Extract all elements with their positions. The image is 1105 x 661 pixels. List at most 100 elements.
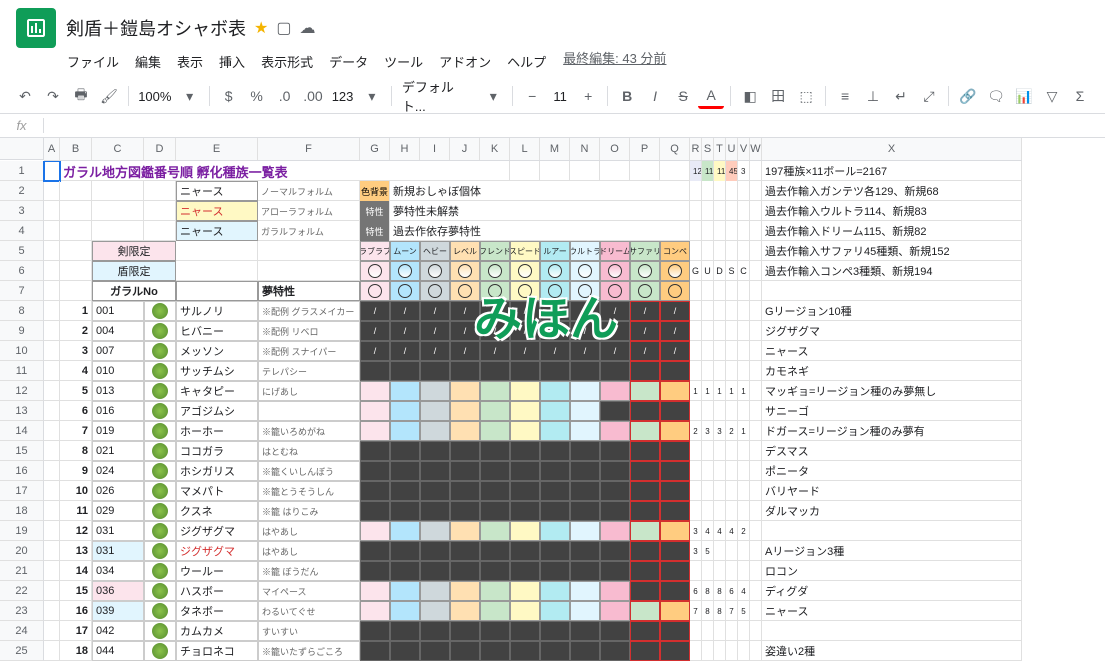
row-header-23[interactable]: 23 (0, 601, 44, 621)
cell[interactable] (738, 501, 750, 521)
cell[interactable] (510, 501, 540, 521)
cell[interactable] (480, 461, 510, 481)
cell[interactable] (510, 561, 540, 581)
cell[interactable] (360, 421, 390, 441)
cell[interactable] (750, 481, 762, 501)
cell[interactable] (738, 401, 750, 421)
cell[interactable] (44, 441, 60, 461)
cell[interactable] (738, 241, 750, 261)
cell[interactable]: レベル (450, 241, 480, 261)
cell[interactable] (176, 261, 258, 281)
cell[interactable]: ノーマルフォルム (258, 181, 360, 201)
cell[interactable]: / (630, 321, 660, 341)
cell[interactable]: ニャース (176, 201, 258, 221)
cell[interactable]: / (450, 321, 480, 341)
cell[interactable] (714, 461, 726, 481)
cell[interactable] (702, 501, 714, 521)
cell[interactable] (480, 401, 510, 421)
col-header-T[interactable]: T (714, 138, 726, 160)
cell[interactable]: カムカメ (176, 621, 258, 641)
cell[interactable]: ※籠とうそうしん (258, 481, 360, 501)
cell[interactable]: ※配例 スナイパー (258, 341, 360, 361)
cell[interactable] (60, 221, 92, 241)
strike-button[interactable]: S (670, 83, 696, 109)
row-header-3[interactable]: 3 (0, 201, 44, 221)
cell[interactable] (44, 301, 60, 321)
cell[interactable]: 6 (726, 581, 738, 601)
cell[interactable]: ドリーム (600, 241, 630, 261)
cell[interactable] (60, 181, 92, 201)
cell[interactable] (44, 241, 60, 261)
cell[interactable]: 13 (60, 541, 92, 561)
cell[interactable] (360, 521, 390, 541)
cell[interactable] (480, 481, 510, 501)
menu-ファイル[interactable]: ファイル (60, 48, 126, 75)
cell[interactable]: メッソン (176, 341, 258, 361)
comment-button[interactable]: 🗨 (983, 83, 1009, 109)
cell[interactable]: 114 (714, 161, 726, 181)
cell[interactable] (690, 241, 702, 261)
cell[interactable]: 004 (92, 321, 144, 341)
cell[interactable] (630, 461, 660, 481)
cell[interactable]: 010 (92, 361, 144, 381)
cell[interactable] (600, 601, 630, 621)
cell[interactable]: ※配例 グラスメイカー (258, 301, 360, 321)
cell[interactable] (510, 381, 540, 401)
cell[interactable] (540, 381, 570, 401)
cell[interactable]: 036 (92, 581, 144, 601)
cell[interactable] (480, 641, 510, 661)
ball-icon[interactable] (630, 261, 660, 281)
cell[interactable]: 1 (738, 381, 750, 401)
italic-button[interactable]: I (642, 83, 668, 109)
cell[interactable] (750, 341, 762, 361)
col-header-K[interactable]: K (480, 138, 510, 160)
cell[interactable]: コンペ (660, 241, 690, 261)
cell[interactable] (480, 381, 510, 401)
cell[interactable]: 1 (738, 421, 750, 441)
cell[interactable] (726, 461, 738, 481)
cell[interactable]: ※籠いろめがね (258, 421, 360, 441)
cell[interactable] (660, 621, 690, 641)
cell[interactable] (44, 321, 60, 341)
cell[interactable]: ムーン (390, 241, 420, 261)
cell[interactable]: 過去作輸入ドリーム115、新規82 (762, 221, 1022, 241)
cell[interactable]: 197種族×11ボール=2167 (762, 161, 1022, 181)
cell[interactable]: はやあし (258, 521, 360, 541)
cell[interactable]: 3 (738, 161, 750, 181)
cell[interactable] (510, 441, 540, 461)
cell[interactable] (450, 641, 480, 661)
cell[interactable] (714, 321, 726, 341)
cell[interactable] (660, 281, 690, 301)
cell[interactable] (660, 381, 690, 401)
cell[interactable] (570, 401, 600, 421)
cell[interactable] (420, 361, 450, 381)
cell[interactable]: Aリージョン3種 (762, 541, 1022, 561)
chart-button[interactable]: 📊 (1011, 83, 1037, 109)
cell[interactable] (630, 441, 660, 461)
cell[interactable]: ※籠 はりこみ (258, 501, 360, 521)
cell[interactable] (540, 641, 570, 661)
cell[interactable]: 115 (702, 161, 714, 181)
cell[interactable] (762, 621, 1022, 641)
row-header-10[interactable]: 10 (0, 341, 44, 361)
col-header-B[interactable]: B (60, 138, 92, 160)
cell[interactable] (570, 461, 600, 481)
cell[interactable] (420, 581, 450, 601)
cell[interactable] (450, 401, 480, 421)
cell[interactable] (44, 641, 60, 661)
cell[interactable] (360, 461, 390, 481)
row-header-18[interactable]: 18 (0, 501, 44, 521)
cell[interactable] (44, 361, 60, 381)
cell[interactable] (750, 281, 762, 301)
cell[interactable] (750, 461, 762, 481)
cell[interactable] (570, 601, 600, 621)
cell[interactable] (714, 441, 726, 461)
cell[interactable]: サニーゴ (762, 401, 1022, 421)
cell[interactable] (600, 521, 630, 541)
cell[interactable] (44, 201, 60, 221)
doc-title[interactable]: 剣盾＋鎧島オシャボ表 (66, 15, 246, 41)
cell[interactable] (702, 401, 714, 421)
row-header-1[interactable]: 1 (0, 161, 44, 181)
cell[interactable] (44, 261, 60, 281)
cell[interactable]: 2 (690, 421, 702, 441)
